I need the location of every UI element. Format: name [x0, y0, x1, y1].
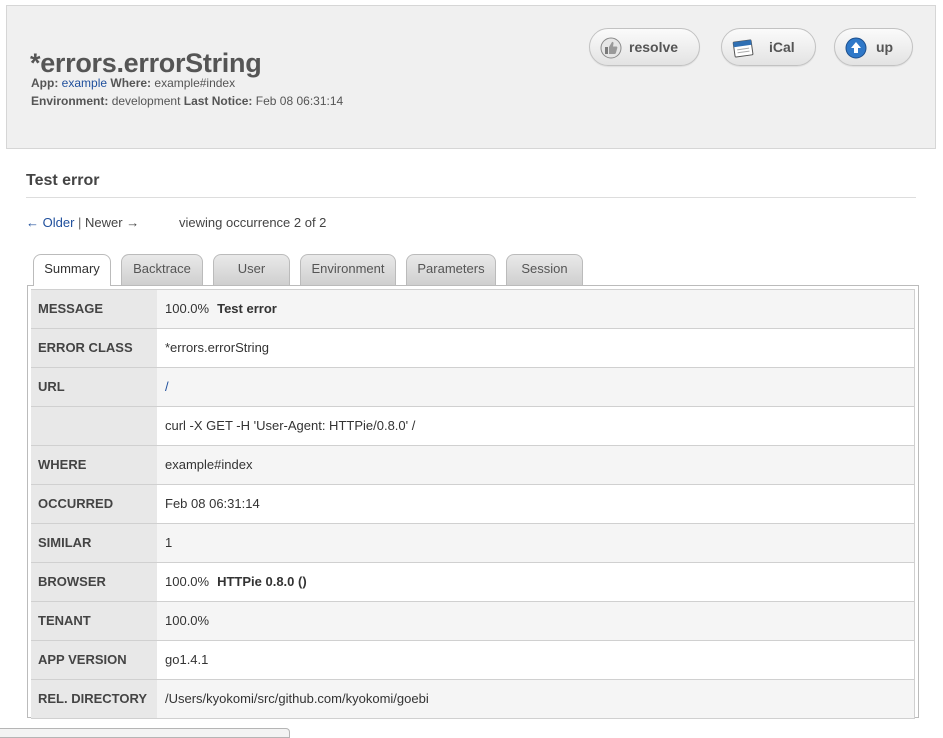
- where-row-label: WHERE: [31, 446, 157, 484]
- browser-value: 100.0% HTTPie 0.8.0 (): [157, 563, 915, 601]
- error-class-value: *errors.errorString: [157, 329, 915, 367]
- summary-row-app-version: APP VERSION go1.4.1: [31, 641, 915, 680]
- summary-row-occurred: OCCURRED Feb 08 06:31:14: [31, 485, 915, 524]
- similar-value: 1: [157, 524, 915, 562]
- tab-backtrace[interactable]: Backtrace: [121, 254, 203, 285]
- app-link[interactable]: example: [62, 76, 107, 90]
- summary-table: MESSAGE 100.0% Test error ERROR CLASS *er…: [31, 289, 915, 719]
- url-value: /: [157, 368, 915, 406]
- message-value: 100.0% Test error: [157, 290, 915, 328]
- environment-label: Environment:: [31, 94, 109, 108]
- similar-label: SIMILAR: [31, 524, 157, 562]
- up-button[interactable]: up: [834, 28, 913, 66]
- summary-row-url: URL /: [31, 368, 915, 407]
- occurrence-pager: ← Older | Newer →: [26, 215, 139, 230]
- occurrence-indicator: viewing occurrence 2 of 2: [179, 215, 327, 230]
- occurred-value: Feb 08 06:31:14: [157, 485, 915, 523]
- rel-directory-value: /Users/kyokomi/src/github.com/kyokomi/go…: [157, 680, 915, 718]
- error-class-label: ERROR CLASS: [31, 329, 157, 367]
- tab-summary[interactable]: Summary: [33, 254, 111, 286]
- ical-button[interactable]: iCal: [721, 28, 816, 66]
- summary-panel: MESSAGE 100.0% Test error ERROR CLASS *er…: [27, 285, 919, 719]
- tab-parameters[interactable]: Parameters: [406, 254, 496, 285]
- thumbs-up-icon: [600, 37, 622, 59]
- resolve-label: resolve: [629, 39, 679, 55]
- summary-row-similar: SIMILAR 1: [31, 524, 915, 563]
- summary-row-rel-directory: REL. DIRECTORY /Users/kyokomi/src/github…: [31, 680, 915, 719]
- summary-row-curl: curl -X GET -H 'User-Agent: HTTPie/0.8.0…: [31, 407, 915, 446]
- tab-user[interactable]: User: [213, 254, 290, 285]
- summary-row-where: WHERE example#index: [31, 446, 915, 485]
- arrow-up-icon: [845, 37, 867, 59]
- older-link[interactable]: ← Older: [26, 215, 74, 230]
- where-row-value: example#index: [157, 446, 915, 484]
- message-label: MESSAGE: [31, 290, 157, 328]
- tab-environment[interactable]: Environment: [300, 254, 396, 285]
- last-notice-value: Feb 08 06:31:14: [255, 94, 344, 108]
- curl-value: curl -X GET -H 'User-Agent: HTTPie/0.8.0…: [157, 407, 915, 445]
- browser-name: HTTPie 0.8.0 (): [217, 574, 307, 589]
- browser-label: BROWSER: [31, 563, 157, 601]
- summary-row-browser: BROWSER 100.0% HTTPie 0.8.0 (): [31, 563, 915, 602]
- last-notice-label: Last Notice:: [183, 94, 253, 108]
- environment-value: development: [111, 94, 181, 108]
- summary-row-tenant: TENANT 100.0%: [31, 602, 915, 641]
- error-meta-app: App: example Where: example#index: [31, 76, 235, 90]
- section-title: Test error: [26, 172, 100, 189]
- tab-session[interactable]: Session: [506, 254, 583, 285]
- up-label: up: [876, 39, 894, 55]
- error-title: *errors.errorString: [30, 48, 262, 78]
- summary-row-error-class: ERROR CLASS *errors.errorString: [31, 329, 915, 368]
- browser-status-bar: [0, 728, 290, 738]
- url-label: URL: [31, 368, 157, 406]
- app-version-label: APP VERSION: [31, 641, 157, 679]
- resolve-button[interactable]: resolve: [589, 28, 700, 66]
- error-meta-env: Environment: development Last Notice: Fe…: [31, 94, 343, 108]
- curl-label: [31, 407, 157, 445]
- tenant-value: 100.0%: [157, 602, 915, 640]
- error-header: *errors.errorString App: example Where: …: [6, 5, 936, 149]
- summary-row-message: MESSAGE 100.0% Test error: [31, 290, 915, 329]
- app-label: App:: [31, 76, 59, 90]
- newer-link: Newer →: [85, 215, 140, 230]
- calendar-icon: [732, 39, 754, 58]
- message-text: Test error: [217, 301, 277, 316]
- rel-directory-label: REL. DIRECTORY: [31, 680, 157, 718]
- where-label: Where:: [110, 76, 152, 90]
- ical-label: iCal: [769, 39, 795, 55]
- where-value: example#index: [154, 76, 236, 90]
- occurred-label: OCCURRED: [31, 485, 157, 523]
- section-divider: [26, 197, 916, 198]
- browser-percent: 100.0%: [165, 574, 210, 589]
- url-link[interactable]: /: [165, 379, 169, 394]
- app-version-value: go1.4.1: [157, 641, 915, 679]
- tenant-label: TENANT: [31, 602, 157, 640]
- pager-separator: |: [78, 215, 82, 230]
- message-percent: 100.0%: [165, 301, 210, 316]
